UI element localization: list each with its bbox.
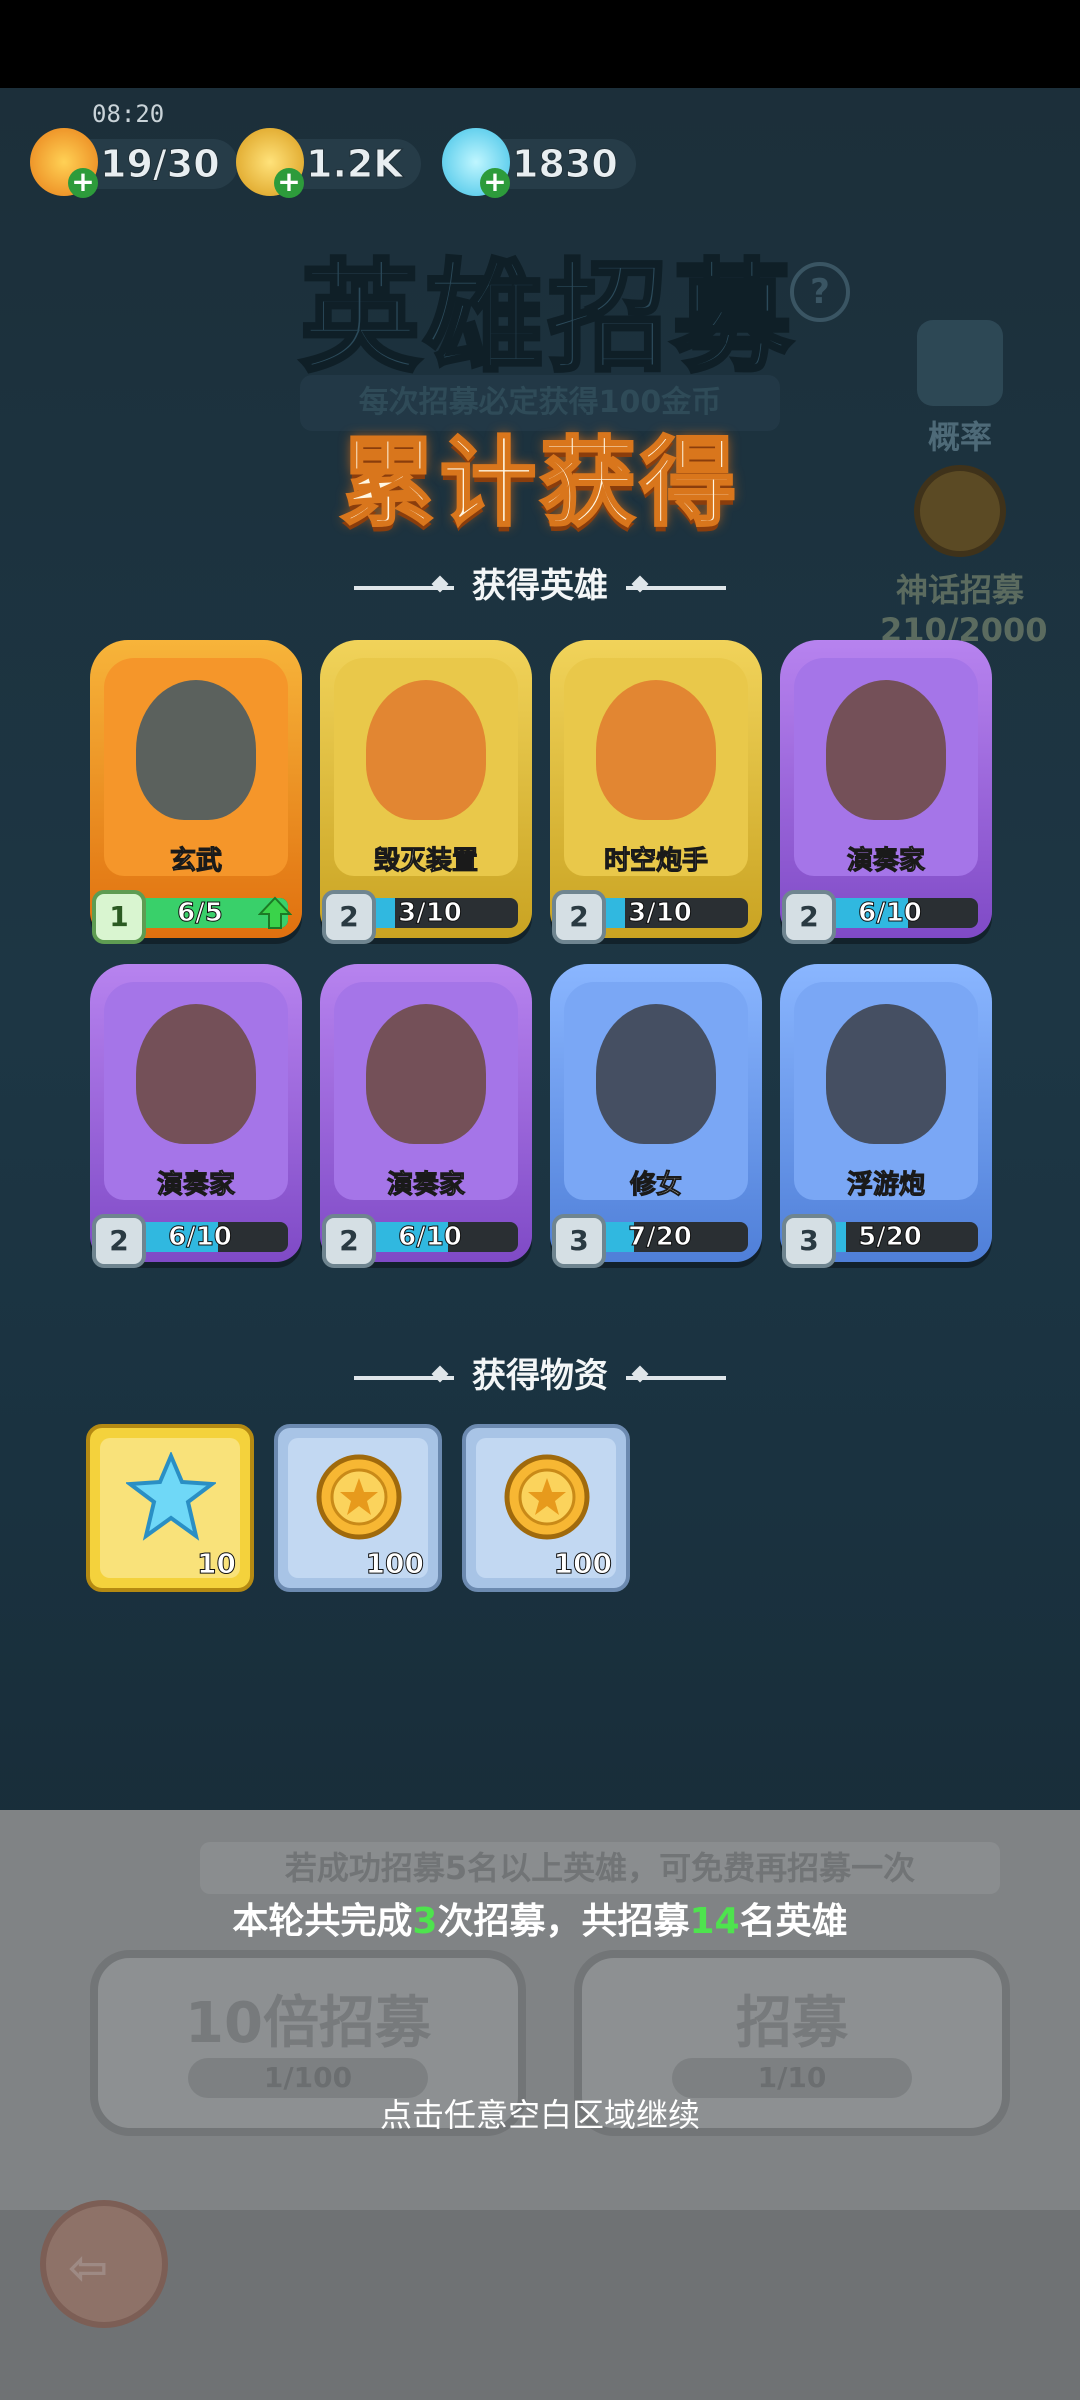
hero-level-badge: 2 (92, 1214, 146, 1268)
divider-left (354, 1375, 454, 1380)
hero-card[interactable]: 毁灭装置 3/10 2 (320, 640, 532, 944)
recruit-ten-label: 10倍招募 (185, 1991, 431, 2056)
hero-portrait (366, 1004, 486, 1144)
hero-name: 演奏家 (156, 1170, 235, 1201)
hero-level-badge: 2 (552, 890, 606, 944)
energy-resource[interactable]: 19/30 + (30, 128, 238, 200)
summary-times: 3 (412, 1901, 438, 1942)
items-section-title: 获得物资 (472, 1356, 608, 1396)
hero-name: 修女 (629, 1170, 682, 1201)
divider-left (354, 585, 454, 590)
gold-coin-icon (316, 1454, 402, 1540)
hero-card[interactable]: 演奏家 6/10 2 (90, 964, 302, 1268)
crystal-resource[interactable]: 1830 + (442, 128, 636, 200)
back-button[interactable]: ⇦ (40, 2200, 168, 2328)
add-energy-icon[interactable]: + (68, 168, 98, 198)
items-section-header: 获得物资 (0, 1348, 1080, 1397)
hero-portrait (596, 1004, 716, 1144)
hero-portrait (136, 1004, 256, 1144)
heroes-section-header: 获得英雄 (0, 558, 1080, 607)
hero-level-badge: 2 (322, 890, 376, 944)
energy-value: 19/30 (100, 142, 221, 187)
free-recruit-hint: 若成功招募5名以上英雄，可免费再招募一次 (200, 1842, 1000, 1894)
hero-level-badge: 2 (322, 1214, 376, 1268)
hero-level-badge: 1 (92, 890, 146, 944)
summary-count: 14 (689, 1901, 740, 1942)
hero-name: 演奏家 (386, 1170, 465, 1201)
hero-portrait (596, 680, 716, 820)
divider-right (626, 1375, 726, 1380)
hero-name: 毁灭装置 (373, 846, 478, 877)
crystal-icon (126, 1452, 216, 1541)
reward-item[interactable]: 10 (86, 1424, 254, 1592)
hero-name: 浮游炮 (846, 1170, 925, 1201)
popup-title: 累计获得 (339, 426, 740, 541)
hero-name: 演奏家 (846, 846, 925, 877)
hero-level-badge: 3 (782, 1214, 836, 1268)
document-icon (917, 320, 1003, 406)
reward-item-qty: 100 (553, 1547, 612, 1581)
heroes-section-title: 获得英雄 (472, 566, 608, 606)
hero-card[interactable]: 玄武 6/5 1 (90, 640, 302, 944)
reward-item-qty: 10 (197, 1547, 237, 1581)
back-arrow-icon: ⇦ (68, 2240, 109, 2296)
hero-portrait (366, 680, 486, 820)
upgrade-arrow-icon (258, 896, 292, 929)
hero-card[interactable]: 演奏家 6/10 2 (320, 964, 532, 1268)
help-icon[interactable]: ? (790, 262, 850, 322)
hero-name: 时空炮手 (603, 846, 708, 877)
clock: 08:20 (92, 100, 165, 128)
reward-item[interactable]: 100 (274, 1424, 442, 1592)
summary-text-3: 名英雄 (739, 1901, 848, 1942)
hero-portrait (136, 680, 256, 820)
hero-portrait (826, 1004, 946, 1144)
page-title: 英雄招募 (298, 247, 796, 390)
hero-portrait (826, 680, 946, 820)
recruit-summary: 本轮共完成3次招募，共招募14名英雄 (0, 1892, 1080, 1944)
hero-card[interactable]: 时空炮手 3/10 2 (550, 640, 762, 944)
hero-card[interactable]: 浮游炮 5/20 3 (780, 964, 992, 1268)
summary-text-2: 次招募，共招募 (437, 1901, 690, 1942)
add-gold-icon[interactable]: + (274, 168, 304, 198)
gold-resource[interactable]: 1.2K + (236, 128, 421, 200)
tap-to-continue[interactable]: 点击任意空白区域继续 (0, 2090, 1080, 2136)
status-bar (0, 0, 1080, 88)
gold-value: 1.2K (306, 142, 404, 187)
recruit-one-label: 招募 (736, 1991, 848, 2056)
hero-card[interactable]: 修女 7/20 3 (550, 964, 762, 1268)
hero-level-badge: 2 (782, 890, 836, 944)
crystal-value: 1830 (512, 142, 619, 187)
hero-name: 玄武 (169, 846, 222, 877)
reward-item[interactable]: 100 (462, 1424, 630, 1592)
gold-coin-icon (504, 1454, 590, 1540)
reward-item-qty: 100 (365, 1547, 424, 1581)
hero-level-badge: 3 (552, 1214, 606, 1268)
summary-text-1: 本轮共完成 (232, 1901, 413, 1942)
divider-right (626, 585, 726, 590)
hero-card[interactable]: 演奏家 6/10 2 (780, 640, 992, 944)
add-crystal-icon[interactable]: + (480, 168, 510, 198)
